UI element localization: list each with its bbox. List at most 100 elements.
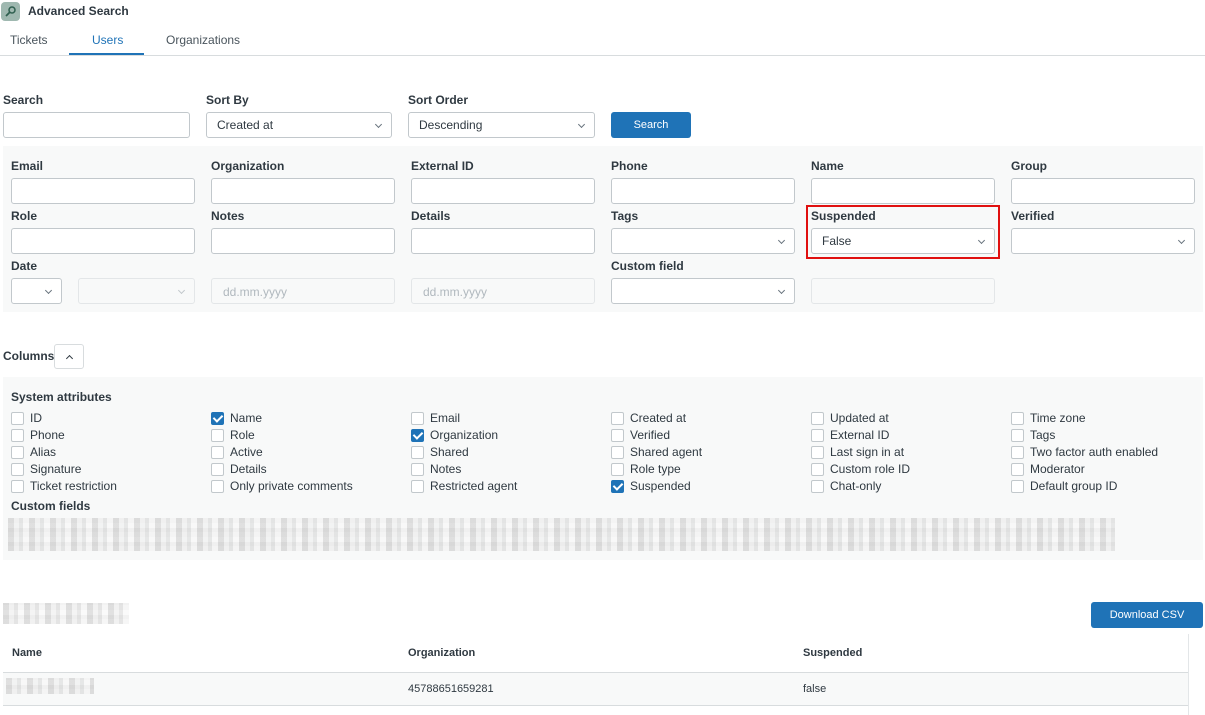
checkbox-unchecked-icon[interactable] [811,411,824,425]
checkbox-unchecked-icon[interactable] [811,428,824,442]
custom-field-value[interactable] [811,278,995,304]
checkbox-organization[interactable]: Organization [411,428,498,442]
checkbox-unchecked-icon[interactable] [411,462,424,476]
checkbox-unchecked-icon[interactable] [611,445,624,459]
sort-by-select[interactable]: Created at [206,112,392,138]
tab-tickets[interactable]: Tickets [10,33,48,47]
checkbox-shared[interactable]: Shared [411,445,469,459]
tags-label: Tags [611,209,639,223]
checkbox-unchecked-icon[interactable] [411,479,424,493]
checkbox-details[interactable]: Details [211,462,267,476]
date-to-field[interactable]: dd.mm.yyyy [411,278,595,304]
column-header-name[interactable]: Name [12,647,42,659]
checkbox-phone[interactable]: Phone [11,428,65,442]
tags-select[interactable] [611,228,795,254]
checkbox-unchecked-icon[interactable] [411,411,424,425]
checkbox-unchecked-icon[interactable] [11,445,24,459]
checkbox-time-zone[interactable]: Time zone [1011,411,1086,425]
checkbox-external-id[interactable]: External ID [811,428,889,442]
checkbox-unchecked-icon[interactable] [811,479,824,493]
checkbox-unchecked-icon[interactable] [211,445,224,459]
checkbox-unchecked-icon[interactable] [11,428,24,442]
table-row[interactable]: 45788651659281 false [3,673,1188,706]
role-field[interactable] [11,228,195,254]
date-from-field[interactable]: dd.mm.yyyy [211,278,395,304]
organization-field[interactable] [211,178,395,204]
active-tab-indicator [69,53,144,55]
checkbox-unchecked-icon[interactable] [211,462,224,476]
download-csv-button[interactable]: Download CSV [1091,602,1203,628]
checkbox-custom-role-id[interactable]: Custom role ID [811,462,910,476]
checkbox-active[interactable]: Active [211,445,263,459]
tab-organizations[interactable]: Organizations [166,33,240,47]
checkbox-unchecked-icon[interactable] [611,462,624,476]
checkbox-checked-icon[interactable] [411,428,424,442]
checkbox-unchecked-icon[interactable] [411,445,424,459]
checkbox-unchecked-icon[interactable] [1011,479,1024,493]
checkbox-updated-at[interactable]: Updated at [811,411,889,425]
checkbox-only-private-comments[interactable]: Only private comments [211,479,353,493]
checkbox-ticket-restriction[interactable]: Ticket restriction [11,479,117,493]
results-table: Name Organization Suspended 457886516592… [3,634,1188,715]
checkbox-verified[interactable]: Verified [611,428,670,442]
column-header-organization[interactable]: Organization [408,647,475,659]
checkbox-role[interactable]: Role [211,428,255,442]
name-field[interactable] [811,178,995,204]
notes-field[interactable] [211,228,395,254]
checkbox-unchecked-icon[interactable] [211,479,224,493]
checkbox-created-at[interactable]: Created at [611,411,686,425]
email-field[interactable] [11,178,195,204]
checkbox-role-type[interactable]: Role type [611,462,681,476]
checkbox-signature[interactable]: Signature [11,462,81,476]
search-input[interactable] [3,112,190,138]
checkbox-email[interactable]: Email [411,411,460,425]
checkbox-notes[interactable]: Notes [411,462,461,476]
checkbox-restricted-agent[interactable]: Restricted agent [411,479,517,493]
checkbox-name[interactable]: Name [211,411,262,425]
sort-order-select[interactable]: Descending [408,112,595,138]
date-attribute-select[interactable] [78,278,195,304]
cell-organization: 45788651659281 [408,683,494,695]
checkbox-unchecked-icon[interactable] [1011,462,1024,476]
checkbox-unchecked-icon[interactable] [11,411,24,425]
checkbox-unchecked-icon[interactable] [1011,428,1024,442]
checkbox-shared-agent[interactable]: Shared agent [611,445,702,459]
checkbox-unchecked-icon[interactable] [811,462,824,476]
phone-field[interactable] [611,178,795,204]
checkbox-unchecked-icon[interactable] [811,445,824,459]
checkbox-unchecked-icon[interactable] [11,479,24,493]
details-field[interactable] [411,228,595,254]
chevron-up-icon [65,354,74,363]
checkbox-checked-icon[interactable] [211,411,224,425]
custom-field-select[interactable] [611,278,795,304]
checkbox-moderator[interactable]: Moderator [1011,462,1085,476]
checkbox-unchecked-icon[interactable] [11,462,24,476]
checkbox-unchecked-icon[interactable] [611,428,624,442]
tab-users[interactable]: Users [92,33,123,47]
checkbox-id[interactable]: ID [11,411,42,425]
organization-label: Organization [211,159,285,173]
vertical-scrollbar-track[interactable] [1188,634,1189,715]
checkbox-unchecked-icon[interactable] [611,411,624,425]
checkbox-checked-icon[interactable] [611,479,624,493]
checkbox-chat-only[interactable]: Chat-only [811,479,881,493]
checkbox-tags[interactable]: Tags [1011,428,1055,442]
checkbox-label: Two factor auth enabled [1030,445,1159,459]
checkbox-default-group-id[interactable]: Default group ID [1011,479,1117,493]
checkbox-alias[interactable]: Alias [11,445,56,459]
group-field[interactable] [1011,178,1195,204]
checkbox-unchecked-icon[interactable] [211,428,224,442]
date-operator-select[interactable] [11,278,62,304]
chevron-down-icon [44,286,53,295]
external-id-field[interactable] [411,178,595,204]
search-button[interactable]: Search [611,112,691,138]
checkbox-suspended[interactable]: Suspended [611,479,691,493]
checkbox-two-factor-auth-enabled[interactable]: Two factor auth enabled [1011,445,1158,459]
column-header-suspended[interactable]: Suspended [803,647,862,659]
checkbox-label: Role type [630,462,681,476]
checkbox-unchecked-icon[interactable] [1011,445,1024,459]
checkbox-unchecked-icon[interactable] [1011,411,1024,425]
verified-select[interactable] [1011,228,1195,254]
checkbox-last-sign-in-at[interactable]: Last sign in at [811,445,904,459]
columns-collapse-button[interactable] [54,344,84,369]
